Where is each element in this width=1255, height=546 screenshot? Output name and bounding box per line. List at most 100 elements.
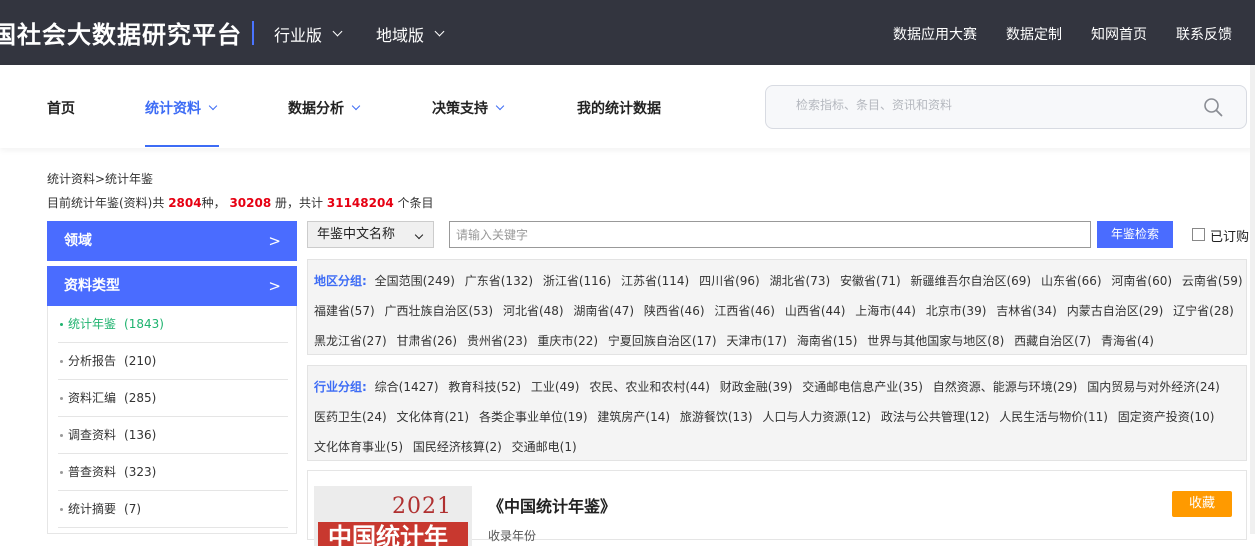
region-option[interactable]: 吉林省(34)	[996, 304, 1057, 318]
sidebar-item-yearbook[interactable]: 统计年鉴 (1843)	[58, 306, 288, 343]
cover-year: 2021	[392, 494, 452, 519]
sidebar-type-list: 统计年鉴 (1843) 分析报告 (210) 资料汇编 (285) 调查资料 (136)…	[47, 306, 297, 534]
industry-option[interactable]: 交通邮电(1)	[512, 440, 577, 454]
industry-option[interactable]: 工业(49)	[531, 380, 580, 394]
chevron-down-icon	[332, 26, 343, 37]
industry-option[interactable]: 交通邮电信息产业(35)	[802, 380, 923, 394]
link-feedback[interactable]: 联系反馈	[1176, 24, 1232, 44]
industry-option[interactable]: 固定资产投资(10)	[1118, 410, 1215, 424]
nav-data-analysis-label: 数据分析	[288, 101, 344, 117]
sidebar-item-report[interactable]: 分析报告 (210)	[58, 343, 288, 380]
sidebar-item-label: 调查资料	[68, 428, 117, 442]
region-option[interactable]: 江西省(46)	[714, 304, 775, 318]
nav-decision-support[interactable]: 决策支持	[432, 98, 505, 118]
search-icon[interactable]	[1203, 97, 1223, 117]
sidebar-item-label: 统计摘要	[68, 502, 117, 516]
favorite-button[interactable]: 收藏	[1172, 491, 1232, 517]
region-option[interactable]: 云南省(59)	[1182, 274, 1243, 288]
industry-option[interactable]: 建筑房产(14)	[597, 410, 670, 424]
sidebar-item-label: 资料汇编	[68, 391, 117, 405]
region-option[interactable]: 河北省(48)	[503, 304, 564, 318]
industry-option[interactable]: 医药卫生(24)	[314, 410, 387, 424]
industry-option[interactable]: 综合(1427)	[375, 380, 439, 394]
result-title[interactable]: 《中国统计年鉴》	[488, 493, 616, 517]
region-option[interactable]: 山东省(66)	[1041, 274, 1102, 288]
region-option[interactable]: 湖北省(73)	[770, 274, 831, 288]
nav-data-analysis[interactable]: 数据分析	[288, 98, 361, 118]
page-scrollbar[interactable]	[1250, 65, 1255, 534]
sidebar-item-compilation[interactable]: 资料汇编 (285)	[58, 380, 288, 417]
region-option[interactable]: 湖南省(47)	[573, 304, 634, 318]
region-option[interactable]: 海南省(15)	[797, 334, 858, 348]
yearbook-search-button[interactable]: 年鉴检索	[1097, 221, 1173, 248]
industry-option[interactable]: 财政金融(39)	[720, 380, 793, 394]
cover-title: 中国统计年鉴	[318, 522, 468, 546]
keyword-input[interactable]	[449, 221, 1091, 248]
industry-option[interactable]: 文化体育(21)	[396, 410, 469, 424]
industry-option[interactable]: 各类企事业单位(19)	[479, 410, 588, 424]
region-option[interactable]: 新疆维吾尔自治区(69)	[910, 274, 1031, 288]
industry-option[interactable]: 国内贸易与对外经济(24)	[1087, 380, 1220, 394]
region-option[interactable]: 广西壮族自治区(53)	[384, 304, 493, 318]
nav-home[interactable]: 首页	[47, 98, 75, 118]
stats-volumes-unit: 册，共计	[275, 196, 324, 210]
field-select[interactable]: 年鉴中文名称	[307, 221, 434, 248]
region-option[interactable]: 浙江省(116)	[543, 274, 611, 288]
industry-option[interactable]: 国民经济核算(2)	[413, 440, 502, 454]
region-option[interactable]: 黑龙江省(27)	[314, 334, 387, 348]
region-option[interactable]: 青海省(4)	[1101, 334, 1154, 348]
region-option[interactable]: 宁夏回族自治区(17)	[608, 334, 717, 348]
sidebar-item-survey[interactable]: 调查资料 (136)	[58, 417, 288, 454]
nav-industry-edition[interactable]: 行业版	[274, 22, 343, 46]
region-option[interactable]: 世界与其他国家与地区(8)	[867, 334, 1004, 348]
breadcrumb[interactable]: 统计资料>统计年鉴	[47, 170, 153, 187]
sidebar-head-type[interactable]: 资料类型 >	[47, 266, 297, 306]
sidebar-head-domain[interactable]: 领域 >	[47, 221, 297, 261]
region-option[interactable]: 贵州省(23)	[467, 334, 528, 348]
industry-option[interactable]: 文化体育事业(5)	[314, 440, 403, 454]
stats-prefix: 目前统计年鉴(资料)共	[47, 196, 165, 210]
region-option[interactable]: 四川省(96)	[699, 274, 760, 288]
industry-option[interactable]: 教育科技(52)	[448, 380, 521, 394]
region-option[interactable]: 北京市(39)	[926, 304, 987, 318]
sidebar-item-label: 分析报告	[68, 354, 117, 368]
region-option[interactable]: 辽宁省(28)	[1173, 304, 1234, 318]
region-option[interactable]: 山西省(44)	[785, 304, 846, 318]
yearbook-stats: 目前统计年鉴(资料)共 2804种， 30208 册，共计 31148204 个…	[47, 194, 434, 211]
field-select-value: 年鉴中文名称	[317, 227, 396, 242]
industry-option[interactable]: 自然资源、能源与环境(29)	[933, 380, 1078, 394]
sidebar-item-census[interactable]: 普查资料 (323)	[58, 454, 288, 491]
link-data-contest[interactable]: 数据应用大赛	[893, 24, 977, 44]
region-option[interactable]: 安徽省(71)	[840, 274, 901, 288]
region-option[interactable]: 西藏自治区(7)	[1014, 334, 1091, 348]
region-option[interactable]: 河南省(60)	[1111, 274, 1172, 288]
industry-option[interactable]: 旅游餐饮(13)	[680, 410, 753, 424]
nav-region-edition[interactable]: 地域版	[376, 22, 445, 46]
link-data-custom[interactable]: 数据定制	[1006, 24, 1062, 44]
subscribed-checkbox[interactable]	[1192, 228, 1205, 241]
region-option[interactable]: 重庆市(22)	[537, 334, 598, 348]
nav-my-statistics[interactable]: 我的统计数据	[577, 98, 661, 118]
region-option[interactable]: 甘肃省(26)	[396, 334, 457, 348]
nav-statistics[interactable]: 统计资料	[145, 98, 218, 118]
active-tab-underline	[145, 145, 219, 147]
region-option[interactable]: 内蒙古自治区(29)	[1067, 304, 1164, 318]
region-option[interactable]: 全国范围(249)	[375, 274, 455, 288]
region-option[interactable]: 陕西省(46)	[644, 304, 705, 318]
region-option[interactable]: 上海市(44)	[855, 304, 916, 318]
global-search-input[interactable]	[796, 98, 1176, 112]
region-option[interactable]: 江苏省(114)	[621, 274, 689, 288]
region-option[interactable]: 天津市(17)	[726, 334, 787, 348]
sidebar-item-summary[interactable]: 统计摘要 (7)	[58, 491, 288, 528]
link-cnki-home[interactable]: 知网首页	[1091, 24, 1147, 44]
industry-option[interactable]: 人口与人力资源(12)	[762, 410, 871, 424]
region-option[interactable]: 福建省(57)	[314, 304, 375, 318]
industry-option[interactable]: 政法与公共管理(12)	[881, 410, 990, 424]
site-brand[interactable]: 国社会大数据研究平台	[0, 15, 242, 50]
region-option[interactable]: 广东省(132)	[465, 274, 533, 288]
industry-option[interactable]: 人民生活与物价(11)	[999, 410, 1108, 424]
book-cover-image[interactable]: 2021 中国统计年鉴	[314, 486, 472, 546]
chevron-right-icon: >	[268, 277, 281, 295]
chevron-down-icon	[414, 230, 424, 240]
industry-option[interactable]: 农民、农业和农村(44)	[589, 380, 710, 394]
